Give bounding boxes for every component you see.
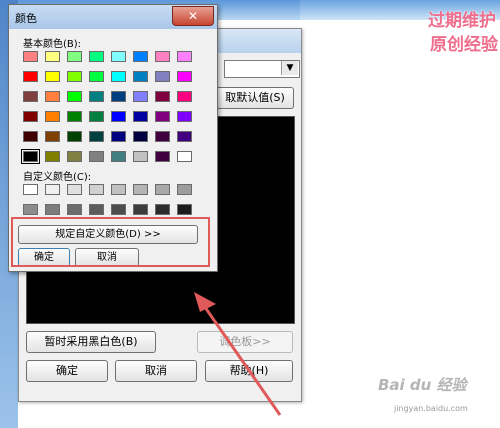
background-window-content [300, 20, 500, 428]
custom-color-swatch[interactable] [155, 204, 170, 215]
basic-color-swatch[interactable] [89, 51, 104, 62]
basic-color-swatch[interactable] [111, 131, 126, 142]
basic-color-swatch[interactable] [89, 71, 104, 82]
custom-color-swatch[interactable] [67, 204, 82, 215]
basic-colors-label: 基本颜色(B): [23, 39, 82, 50]
basic-color-swatch[interactable] [45, 131, 60, 142]
chevron-down-icon[interactable]: ▼ [281, 61, 298, 75]
basic-color-swatch[interactable] [155, 71, 170, 82]
custom-color-swatch[interactable] [67, 184, 82, 195]
basic-color-swatch[interactable] [177, 111, 192, 122]
basic-color-swatch[interactable] [45, 71, 60, 82]
custom-color-swatch[interactable] [133, 184, 148, 195]
arrow-line [198, 299, 282, 416]
basic-color-swatch[interactable] [177, 51, 192, 62]
basic-color-swatch[interactable] [21, 149, 40, 164]
custom-color-swatch[interactable] [155, 184, 170, 195]
basic-color-swatch[interactable] [133, 71, 148, 82]
basic-color-swatch[interactable] [155, 151, 170, 162]
default-value-button[interactable]: 取默认值(S) [216, 87, 294, 109]
watermark-line2: 原创经验 [430, 35, 498, 55]
basic-color-swatch[interactable] [67, 51, 82, 62]
basic-color-swatch[interactable] [133, 131, 148, 142]
basic-color-swatch[interactable] [89, 151, 104, 162]
basic-color-swatch[interactable] [155, 111, 170, 122]
basic-color-swatch[interactable] [111, 71, 126, 82]
annotation-highlight-frame [11, 217, 210, 267]
custom-color-swatch[interactable] [133, 204, 148, 215]
custom-color-swatch[interactable] [111, 184, 126, 195]
basic-color-swatch[interactable] [45, 51, 60, 62]
basic-color-swatch[interactable] [45, 111, 60, 122]
basic-color-swatch[interactable] [67, 71, 82, 82]
basic-color-swatch[interactable] [111, 51, 126, 62]
custom-color-swatch[interactable] [89, 184, 104, 195]
basic-color-swatch[interactable] [45, 151, 60, 162]
basic-color-swatch[interactable] [177, 131, 192, 142]
color-dialog-title: 颜色 [15, 12, 37, 25]
basic-color-swatch[interactable] [23, 111, 38, 122]
basic-color-swatch[interactable] [133, 51, 148, 62]
custom-colors-label: 自定义颜色(C): [23, 172, 92, 183]
basic-color-swatch[interactable] [155, 91, 170, 102]
basic-color-swatch[interactable] [67, 151, 82, 162]
close-icon[interactable]: ✕ [172, 6, 214, 26]
basic-color-swatch[interactable] [67, 111, 82, 122]
black-white-button[interactable]: 暂时采用黑白色(B) [26, 331, 156, 353]
custom-color-swatch[interactable] [23, 184, 38, 195]
custom-color-swatch[interactable] [45, 204, 60, 215]
basic-color-swatch[interactable] [177, 151, 192, 162]
baidu-logo: Bai du 经验 [378, 376, 467, 394]
ok-button[interactable]: 确定 [26, 360, 108, 382]
basic-color-swatch[interactable] [155, 51, 170, 62]
basic-color-swatch[interactable] [23, 131, 38, 142]
basic-color-swatch[interactable] [67, 131, 82, 142]
basic-color-swatch[interactable] [111, 151, 126, 162]
basic-color-swatch[interactable] [89, 131, 104, 142]
annotation-arrow [194, 292, 282, 416]
basic-color-swatch[interactable] [23, 91, 38, 102]
basic-color-swatch[interactable] [89, 111, 104, 122]
basic-color-swatch[interactable] [89, 91, 104, 102]
custom-color-swatch[interactable] [177, 184, 192, 195]
basic-color-swatch[interactable] [133, 151, 148, 162]
basic-color-swatch[interactable] [133, 111, 148, 122]
basic-color-swatch[interactable] [45, 91, 60, 102]
basic-color-swatch[interactable] [23, 71, 38, 82]
basic-color-swatch[interactable] [155, 131, 170, 142]
basic-color-swatch[interactable] [111, 111, 126, 122]
custom-color-swatch[interactable] [111, 204, 126, 215]
basic-color-swatch[interactable] [177, 71, 192, 82]
basic-color-swatch[interactable] [67, 91, 82, 102]
custom-color-swatch[interactable] [89, 204, 104, 215]
basic-color-swatch[interactable] [111, 91, 126, 102]
arrow-head [194, 292, 216, 312]
baidu-url: jingyan.baidu.com [394, 404, 468, 413]
watermark-line1: 过期维护 [428, 11, 496, 31]
basic-color-swatch[interactable] [23, 51, 38, 62]
custom-color-swatch[interactable] [23, 204, 38, 215]
custom-color-swatch[interactable] [45, 184, 60, 195]
basic-color-swatch[interactable] [177, 91, 192, 102]
custom-color-swatch[interactable] [177, 204, 192, 215]
basic-color-swatch[interactable] [133, 91, 148, 102]
